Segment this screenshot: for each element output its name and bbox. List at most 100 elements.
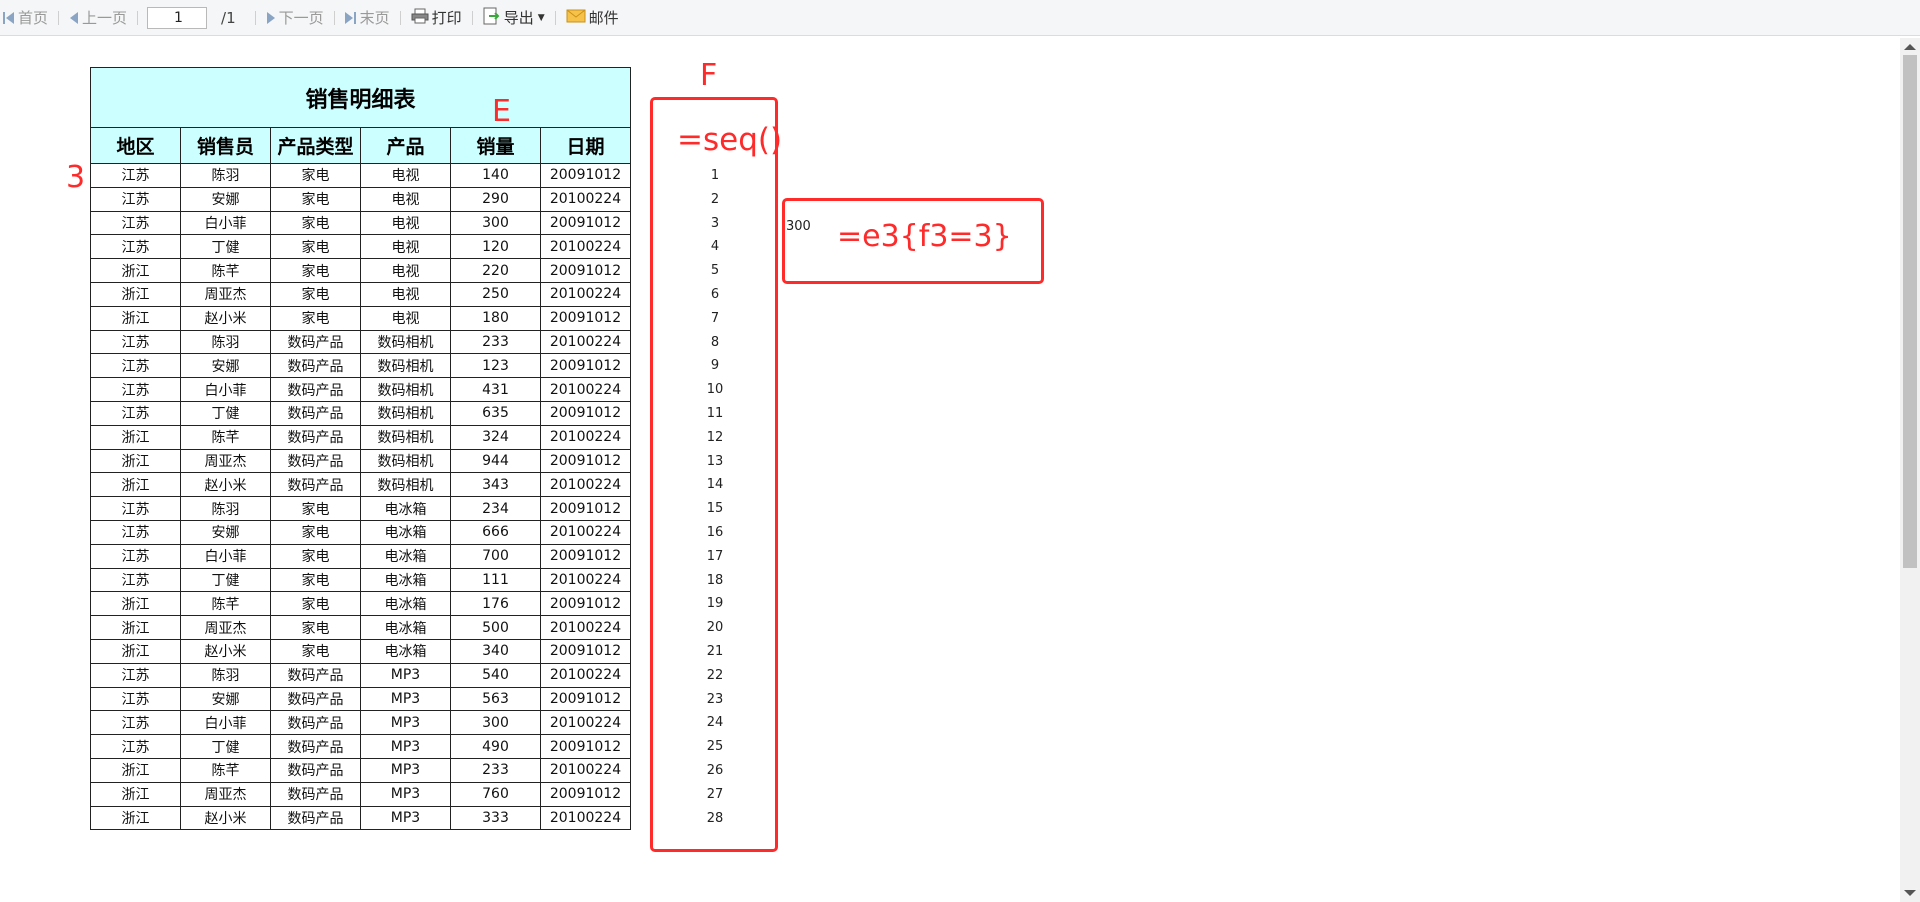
table-cell: 丁健 bbox=[180, 400, 271, 426]
table-cell: 20100224 bbox=[540, 329, 631, 355]
table-cell: 江苏 bbox=[90, 496, 181, 521]
table-row: 江苏 白小菲 家电 电冰箱 700 20091012 bbox=[90, 543, 631, 569]
table-cell: 家电 bbox=[270, 543, 361, 569]
table-cell: 江苏 bbox=[90, 210, 181, 236]
table-cell: 陈芊 bbox=[180, 757, 271, 783]
prev-page-button[interactable]: 上一页 bbox=[66, 6, 130, 30]
table-cell: 20091012 bbox=[540, 163, 631, 188]
table-cell: 944 bbox=[450, 448, 541, 474]
report-body: 江苏 陈羽 家电 电视 140 20091012 江苏 安娜 家电 电视 290 20100224 江苏… bbox=[90, 163, 631, 831]
prev-page-label: 上一页 bbox=[82, 9, 128, 27]
table-cell: 浙江 bbox=[90, 281, 181, 307]
table-cell: 浙江 bbox=[90, 638, 181, 664]
table-cell: 290 bbox=[450, 186, 541, 212]
table-cell: 431 bbox=[450, 377, 541, 402]
table-cell: 20100224 bbox=[540, 424, 631, 450]
scroll-down-arrow-icon[interactable] bbox=[1904, 890, 1916, 896]
table-row: 浙江 赵小米 数码产品 MP3 333 20100224 bbox=[90, 805, 631, 831]
table-cell: 丁健 bbox=[180, 734, 271, 759]
first-page-button[interactable]: 首页 bbox=[0, 6, 51, 30]
table-cell: 安娜 bbox=[180, 519, 271, 545]
table-cell: 20100224 bbox=[540, 234, 631, 260]
scroll-up-arrow-icon[interactable] bbox=[1904, 44, 1916, 50]
mail-button[interactable]: 邮件 bbox=[563, 6, 622, 30]
table-cell: 数码相机 bbox=[360, 353, 451, 379]
column-f-annotation: F bbox=[700, 58, 718, 93]
table-row: 江苏 丁健 数码产品 MP3 490 20091012 bbox=[90, 734, 631, 759]
table-row: 浙江 赵小米 家电 电冰箱 340 20091012 bbox=[90, 638, 631, 664]
table-cell: 周亚杰 bbox=[180, 615, 271, 640]
table-cell: 家电 bbox=[270, 281, 361, 307]
next-page-label: 下一页 bbox=[278, 9, 324, 27]
table-cell: 数码相机 bbox=[360, 329, 451, 355]
table-cell: 浙江 bbox=[90, 805, 181, 831]
last-page-label: 末页 bbox=[359, 9, 390, 27]
table-cell: 20091012 bbox=[540, 400, 631, 426]
first-page-label: 首页 bbox=[18, 9, 49, 27]
table-cell: 浙江 bbox=[90, 615, 181, 640]
table-cell: 电冰箱 bbox=[360, 591, 451, 617]
table-cell: 电冰箱 bbox=[360, 496, 451, 521]
export-icon bbox=[483, 7, 501, 29]
table-row: 江苏 丁健 数码产品 数码相机 635 20091012 bbox=[90, 400, 631, 426]
table-row: 浙江 周亚杰 家电 电冰箱 500 20100224 bbox=[90, 615, 631, 640]
table-cell: 111 bbox=[450, 567, 541, 593]
page-number-input[interactable] bbox=[147, 6, 208, 29]
table-cell: 浙江 bbox=[90, 472, 181, 498]
table-cell: 家电 bbox=[270, 258, 361, 283]
column-header: 产品类型 bbox=[270, 127, 361, 164]
table-cell: 电视 bbox=[360, 186, 451, 212]
table-row: 浙江 陈芊 数码产品 MP3 233 20100224 bbox=[90, 757, 631, 783]
table-cell: 数码相机 bbox=[360, 377, 451, 402]
table-cell: 20091012 bbox=[540, 210, 631, 236]
printer-icon bbox=[411, 8, 429, 28]
table-cell: 20091012 bbox=[540, 734, 631, 759]
table-cell: 233 bbox=[450, 329, 541, 355]
table-cell: 周亚杰 bbox=[180, 781, 271, 807]
sales-detail-table: 销售明细表 地区 销售员 产品类型 产品 销量 日期 江苏 陈羽 家电 电视 140 2009101… bbox=[90, 67, 631, 831]
table-cell: 电冰箱 bbox=[360, 638, 451, 664]
table-cell: 周亚杰 bbox=[180, 281, 271, 307]
seq-highlight-box bbox=[650, 97, 778, 852]
table-cell: 家电 bbox=[270, 567, 361, 593]
table-cell: 233 bbox=[450, 757, 541, 783]
table-cell: 陈芊 bbox=[180, 424, 271, 450]
table-cell: 赵小米 bbox=[180, 638, 271, 664]
table-row: 江苏 白小菲 家电 电视 300 20091012 bbox=[90, 210, 631, 236]
table-cell: MP3 bbox=[360, 781, 451, 807]
table-cell: 丁健 bbox=[180, 567, 271, 593]
export-button[interactable]: 导出 ▼ bbox=[480, 6, 548, 30]
table-cell: 江苏 bbox=[90, 234, 181, 260]
column-header: 地区 bbox=[90, 127, 181, 164]
column-e-annotation: E bbox=[492, 94, 511, 129]
table-cell: 浙江 bbox=[90, 591, 181, 617]
table-cell: 数码产品 bbox=[270, 710, 361, 736]
table-cell: 20100224 bbox=[540, 567, 631, 593]
report-toolbar: 首页 上一页 /1 下一页 末页 打印 bbox=[0, 0, 1920, 36]
table-cell: 白小菲 bbox=[180, 210, 271, 236]
table-cell: 家电 bbox=[270, 591, 361, 617]
table-cell: 家电 bbox=[270, 638, 361, 664]
table-cell: 江苏 bbox=[90, 662, 181, 688]
table-cell: 数码产品 bbox=[270, 781, 361, 807]
toolbar-divider bbox=[137, 10, 139, 25]
table-cell: 江苏 bbox=[90, 377, 181, 402]
page-total-label: /1 bbox=[221, 8, 236, 27]
table-cell: 江苏 bbox=[90, 734, 181, 759]
table-cell: 江苏 bbox=[90, 329, 181, 355]
table-row: 江苏 安娜 家电 电冰箱 666 20100224 bbox=[90, 519, 631, 545]
table-cell: 340 bbox=[450, 638, 541, 664]
print-button[interactable]: 打印 bbox=[408, 6, 465, 30]
header-row: 地区 销售员 产品类型 产品 销量 日期 bbox=[90, 127, 631, 164]
scrollbar-thumb[interactable] bbox=[1903, 55, 1917, 568]
next-page-button[interactable]: 下一页 bbox=[263, 6, 327, 30]
column-header: 日期 bbox=[540, 127, 631, 164]
table-cell: 760 bbox=[450, 781, 541, 807]
last-page-button[interactable]: 末页 bbox=[342, 6, 393, 30]
table-cell: 250 bbox=[450, 281, 541, 307]
table-cell: 20091012 bbox=[540, 543, 631, 569]
table-cell: 江苏 bbox=[90, 163, 181, 188]
table-cell: 123 bbox=[450, 353, 541, 379]
table-cell: 陈羽 bbox=[180, 662, 271, 688]
table-cell: 数码产品 bbox=[270, 472, 361, 498]
